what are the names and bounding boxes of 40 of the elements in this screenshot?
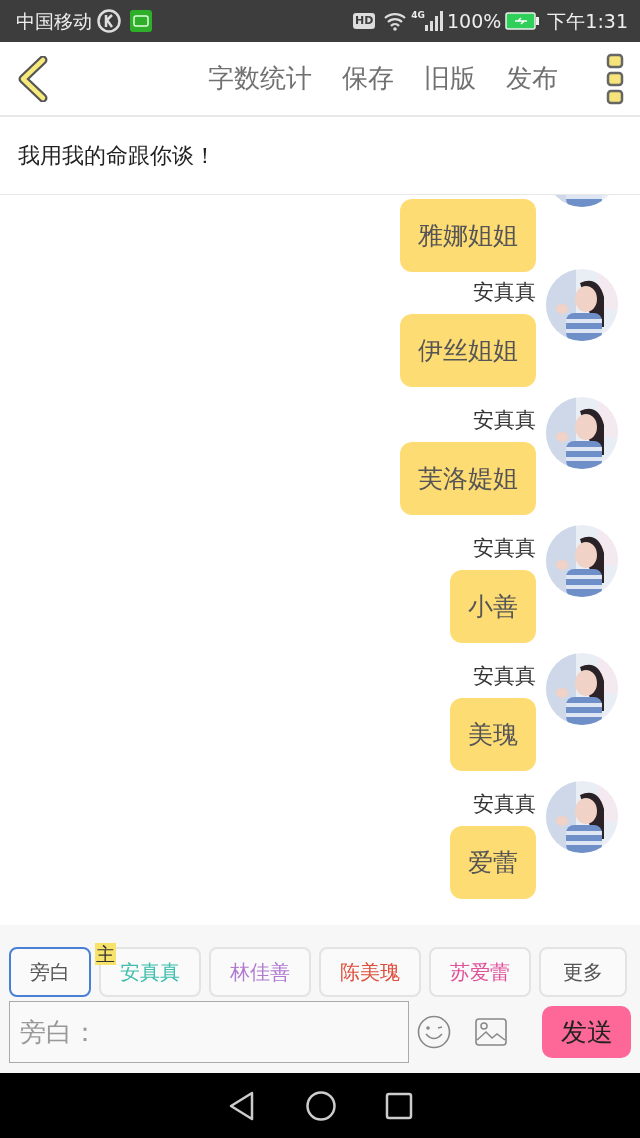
battery-percent: 100% (447, 8, 502, 34)
message-bubble: 小善 (450, 570, 536, 643)
signal-icon (425, 11, 443, 31)
toolbar-button[interactable]: 字数统计 (178, 59, 312, 98)
role-tab[interactable]: 林佳善 (209, 947, 311, 997)
emoji-icon[interactable] (417, 1015, 451, 1049)
message-bubble: 芙洛媞姐 (400, 442, 536, 515)
sender-name: 安真真 (473, 664, 536, 688)
message-bubble: 美瑰 (450, 698, 536, 771)
app-badge-icon (130, 10, 152, 32)
message-bubble: 伊丝姐姐 (400, 314, 536, 387)
k-circle-icon (96, 8, 122, 34)
role-tab[interactable]: 更多 (539, 947, 627, 997)
image-icon[interactable] (475, 1018, 507, 1046)
message-input[interactable]: 旁白： (9, 1001, 409, 1063)
recent-apps-icon[interactable] (385, 1091, 413, 1120)
role-tab[interactable]: 陈美瑰 (319, 947, 421, 997)
main-role-badge: 主 (95, 943, 116, 965)
sender-name: 安真真 (473, 792, 536, 816)
hd-badge: HD (353, 13, 376, 29)
network-type: 4G (411, 9, 425, 22)
message-bubble: 雅娜姐姐 (400, 199, 536, 272)
carrier-name: 中国移动 (16, 8, 92, 34)
more-menu-icon[interactable] (606, 52, 624, 105)
clock-time: 下午1:31 (547, 8, 628, 34)
role-tab[interactable]: 苏爱蕾 (429, 947, 531, 997)
sender-name: 安真真 (473, 280, 536, 304)
sender-name: 安真真 (473, 408, 536, 432)
battery-icon (505, 12, 540, 30)
document-title: 我用我的命跟你谈！ (0, 117, 640, 195)
toolbar-button[interactable]: 发布 (476, 59, 558, 98)
send-button[interactable]: 发送 (542, 1006, 631, 1058)
toolbar-button[interactable]: 旧版 (394, 59, 476, 98)
message-bubble: 爱蕾 (450, 826, 536, 899)
role-tab[interactable]: 旁白 (9, 947, 91, 997)
sender-name: 安真真 (473, 536, 536, 560)
toolbar-button[interactable]: 保存 (312, 59, 394, 98)
wifi-icon (383, 11, 408, 31)
home-nav-icon[interactable] (305, 1089, 337, 1122)
back-icon[interactable] (16, 55, 50, 102)
